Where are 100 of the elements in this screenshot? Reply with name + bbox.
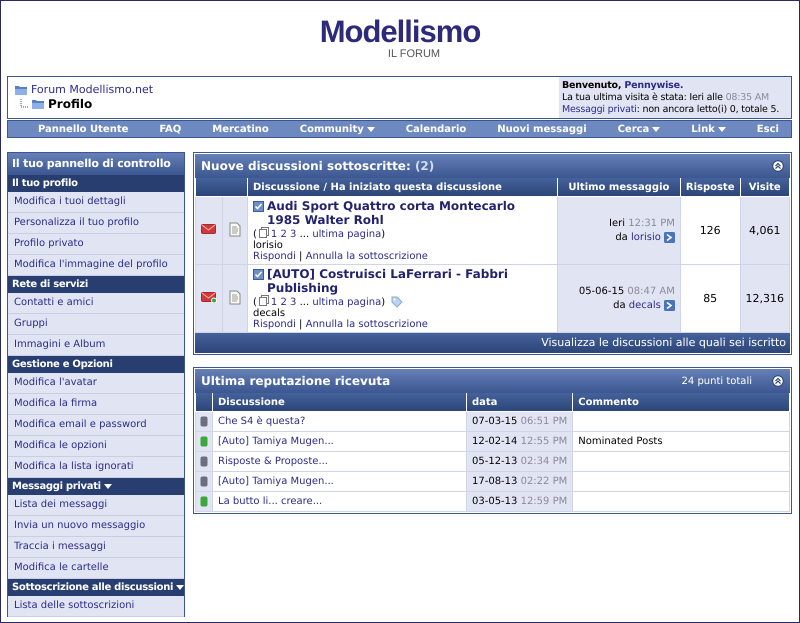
last-page-link[interactable]: ultima pagina <box>312 297 382 308</box>
caret-icon <box>718 126 726 132</box>
last-post-author: da decals <box>613 298 661 312</box>
caret-icon <box>104 484 112 489</box>
sidebar-item[interactable]: Modifica le cartelle <box>8 558 184 579</box>
logo-subtitle: IL FORUM <box>388 49 440 60</box>
username-link[interactable]: Pennywise. <box>624 80 684 91</box>
page-link[interactable]: 1 <box>270 297 278 308</box>
nav-link[interactable]: FAQ <box>159 124 182 134</box>
nav-link[interactable]: Nuovi messaggi <box>497 124 587 134</box>
sidebar-item[interactable]: Profilo privato <box>8 234 184 255</box>
go-arrow-icon[interactable] <box>664 300 675 311</box>
date-text: 12-02-14 12:55 PM <box>472 436 568 447</box>
sidebar-item[interactable]: Immagini e Album <box>8 335 184 356</box>
pages-icon <box>258 295 269 306</box>
document-icon <box>229 290 241 304</box>
page-link[interactable]: 3 <box>290 297 296 308</box>
replies-count: 126 <box>700 224 721 237</box>
user-link[interactable]: decals <box>628 300 661 310</box>
reply-link[interactable]: Rispondi <box>253 319 296 330</box>
sidebar-item[interactable]: Traccia i messaggi <box>8 537 184 558</box>
nav-link[interactable]: Link <box>691 124 726 134</box>
box-title: Ultima reputazione ricevuta <box>201 374 392 388</box>
column-header: Discussione <box>218 396 285 408</box>
sidebar-item[interactable]: Contatti e amici <box>8 293 184 314</box>
unsubscribe-link[interactable]: Annulla la sottoscrizione <box>306 251 428 262</box>
collapse-icon[interactable] <box>772 160 784 172</box>
checkbox-icon <box>253 269 264 280</box>
sidebar-item[interactable]: Modifica la firma <box>8 394 184 415</box>
nav-link[interactable]: Pannello Utente <box>38 124 128 134</box>
private-messages-link[interactable]: Messaggi privati <box>562 104 637 115</box>
date-text: 17-08-13 02:22 PM <box>472 476 568 487</box>
thread-title-link[interactable]: [AUTO] Costruisci LaFerrari - Fabbri Publishing <box>267 267 552 295</box>
date-text: 03-05-13 12:59 PM <box>472 496 568 507</box>
views-count: 4,061 <box>749 224 780 237</box>
column-header: Ultimo messaggio <box>568 182 670 192</box>
nav-link[interactable]: Mercatino <box>212 124 269 134</box>
folder-icon <box>14 84 28 96</box>
folder-icon <box>31 98 45 110</box>
page-link[interactable]: 2 <box>280 297 287 308</box>
thread-title-link[interactable]: Audi Sport Quattro corta Montecarlo 1985 Walter Rohl <box>267 199 552 227</box>
tree-connector-icon <box>20 99 28 109</box>
date-text: 05-12-13 02:34 PM <box>472 456 568 467</box>
sidebar-item[interactable]: Lista delle sottoscrizioni <box>8 596 184 617</box>
checkbox-icon <box>253 201 264 212</box>
thread-actions: Rispondi | Annulla la sottoscrizione <box>253 251 429 262</box>
sidebar-item[interactable]: Gruppi <box>8 314 184 335</box>
nav-link[interactable]: Calendario <box>406 124 466 134</box>
last-post-author: da lorisio <box>615 230 661 244</box>
page-links: ( 1 2 3 ... ultima pagina) <box>253 227 386 240</box>
page-link[interactable]: 3 <box>290 229 296 240</box>
private-messages-text: Messaggi privati: non ancora letto(i) 0, totale 5. <box>562 104 780 116</box>
thread-actions: Rispondi | Annulla la sottoscrizione <box>253 319 429 330</box>
document-icon <box>229 222 241 236</box>
section-header[interactable]: Sottoscrizione alle discussioni <box>8 579 184 596</box>
sidebar-item[interactable]: Modifica i tuoi dettagli <box>8 192 184 213</box>
unsubscribe-link[interactable]: Annulla la sottoscrizione <box>306 319 428 330</box>
page-title: Profilo <box>48 97 92 111</box>
sidebar-item[interactable]: Modifica l'avatar <box>8 373 184 394</box>
last-post-date: 05-06-15 08:47 AM <box>578 284 675 298</box>
sidebar-item[interactable]: Personalizza il tuo profilo <box>8 213 184 234</box>
go-arrow-icon[interactable] <box>664 232 675 243</box>
caret-icon <box>176 585 184 590</box>
nav-link[interactable]: Esci <box>756 124 779 134</box>
column-header: Risposte <box>686 182 734 192</box>
nav-link[interactable]: Cerca <box>618 124 660 134</box>
page-link[interactable]: 2 <box>280 229 287 240</box>
replies-count: 85 <box>703 292 718 305</box>
last-page-link[interactable]: ultima pagina <box>312 229 382 240</box>
last-post-date: Ieri 12:31 PM <box>608 216 675 230</box>
panel-title: Il tuo pannello di controllo <box>8 153 184 175</box>
pages-icon <box>258 227 269 238</box>
column-header: Visite <box>748 182 781 192</box>
section-header: Gestione e Opzioni <box>8 356 184 373</box>
sidebar-item[interactable]: Lista dei messaggi <box>8 495 184 516</box>
sidebar-item[interactable]: Modifica le opzioni <box>8 436 184 457</box>
breadcrumb-link[interactable]: Forum Modellismo.net <box>31 83 154 96</box>
views-count: 12,316 <box>746 292 784 305</box>
last-visit-text: La tua ultima visita è stata: Ieri alle 08:35 AM <box>562 92 770 104</box>
collapse-icon[interactable] <box>772 375 784 387</box>
sidebar-item[interactable]: Modifica la lista ignorati <box>8 457 184 478</box>
user-link[interactable]: lorisio <box>630 232 661 242</box>
page-link[interactable]: 1 <box>270 229 278 240</box>
section-header: Rete di servizi <box>8 276 184 293</box>
sidebar-item[interactable]: Modifica l'immagine del profilo <box>8 255 184 276</box>
sidebar-item[interactable]: Modifica email e password <box>8 415 184 436</box>
page-links: ( 1 2 3 ... ultima pagina) <box>253 295 386 308</box>
date-text: 07-03-15 06:51 PM <box>472 416 568 427</box>
thread-starter: decals <box>253 308 286 319</box>
reply-link[interactable]: Rispondi <box>253 251 296 262</box>
sidebar-item[interactable]: Invia un nuovo messaggio <box>8 516 184 537</box>
nav-link[interactable]: Community <box>300 124 375 134</box>
caret-icon <box>366 126 375 132</box>
thread-link[interactable]: Che S4 è questa? <box>218 416 306 427</box>
column-header: Commento <box>578 396 639 408</box>
column-header: Discussione / Ha iniziato questa discussione <box>253 182 502 192</box>
logo-text: Modellismo <box>320 15 480 49</box>
comment-text: Nominated Posts <box>578 436 663 447</box>
section-header[interactable]: Messaggi privati <box>8 478 184 495</box>
section-header: Il tuo profilo <box>8 175 184 192</box>
